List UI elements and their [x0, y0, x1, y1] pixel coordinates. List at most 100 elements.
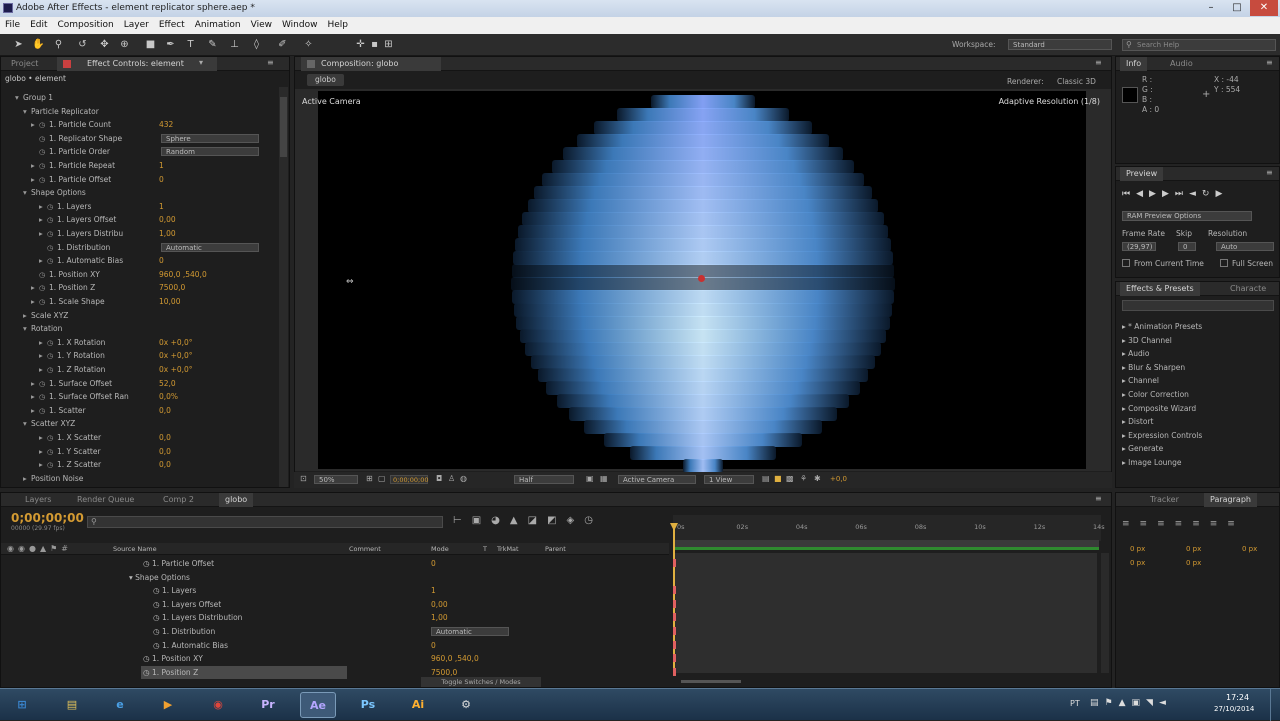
- stopwatch-icon[interactable]: ◷: [153, 586, 162, 595]
- tab-tracker[interactable]: Tracker: [1144, 493, 1185, 507]
- resolution-dropdown[interactable]: Half: [514, 475, 574, 484]
- tab-paragraph[interactable]: Paragraph: [1204, 493, 1257, 507]
- disclosure-icon[interactable]: ▸: [39, 445, 47, 458]
- tab-effect-controls[interactable]: Effect Controls: element: [57, 57, 217, 71]
- tray-volume-icon[interactable]: ◄: [1159, 698, 1172, 708]
- stopwatch-icon[interactable]: ◷: [39, 133, 49, 146]
- draft-3d-icon[interactable]: ▣: [472, 515, 491, 526]
- exposure-value[interactable]: +0,0: [830, 475, 847, 483]
- disclosure-icon[interactable]: ▸: [31, 118, 39, 131]
- region-of-interest-icon[interactable]: ▣: [586, 474, 594, 483]
- show-desktop-button[interactable]: [1270, 689, 1280, 721]
- justify-center-icon[interactable]: ≡: [1192, 519, 1210, 529]
- justify-all-icon[interactable]: ≡: [1227, 519, 1245, 529]
- keyframe-marker[interactable]: [673, 627, 676, 635]
- brush-tool-icon[interactable]: ✎: [206, 38, 219, 51]
- view-axis-icon[interactable]: ⊞: [382, 38, 395, 51]
- search-help-input[interactable]: Search Help: [1122, 39, 1276, 51]
- stopwatch-icon[interactable]: ◷: [47, 201, 57, 214]
- menu-effect[interactable]: Effect: [154, 17, 190, 34]
- effects-category[interactable]: ▸ Blur & Sharpen: [1122, 361, 1185, 374]
- effects-category[interactable]: ▸ Image Lounge: [1122, 456, 1182, 469]
- stopwatch-icon[interactable]: ◷: [143, 654, 152, 663]
- snapshot-icon[interactable]: ◘: [436, 474, 442, 483]
- close-button[interactable]: ✕: [1250, 0, 1278, 16]
- taskbar-premiere-icon[interactable]: Pr: [250, 692, 286, 718]
- brainstorm-icon[interactable]: ◩: [547, 515, 566, 526]
- effect-row-value[interactable]: 0,0: [159, 458, 171, 471]
- effect-row-value[interactable]: 10,00: [159, 295, 180, 308]
- work-area-bar[interactable]: [675, 540, 1099, 550]
- disclosure-icon[interactable]: ▸: [39, 336, 47, 349]
- effect-row[interactable]: ◷ 1. Position XY: [31, 268, 100, 281]
- timeline-property-row[interactable]: ◷ 1. Position XY: [143, 652, 203, 665]
- col-source-name[interactable]: Source Name: [113, 545, 157, 553]
- effect-row-value[interactable]: 432: [159, 118, 173, 131]
- disclosure-icon[interactable]: ▸: [39, 431, 47, 444]
- effects-category[interactable]: ▸ Distort: [1122, 415, 1153, 428]
- effects-search-input[interactable]: [1122, 300, 1274, 311]
- keyframe-marker[interactable]: [673, 586, 676, 595]
- frame-blending-icon[interactable]: ▲: [510, 515, 528, 526]
- timeline-timecode[interactable]: 0;00;00;00: [11, 511, 84, 525]
- effect-row[interactable]: ▸ ◷ 1. X Rotation: [39, 336, 105, 349]
- disclosure-icon[interactable]: ▸: [23, 309, 31, 322]
- menu-animation[interactable]: Animation: [190, 17, 246, 34]
- menu-edit[interactable]: Edit: [25, 17, 52, 34]
- keyframe-marker[interactable]: [673, 654, 676, 663]
- col-parent[interactable]: Parent: [545, 545, 566, 553]
- view-layout-dropdown[interactable]: 1 View: [704, 475, 754, 484]
- effect-row-value[interactable]: 0x +0,0°: [159, 363, 193, 376]
- col-comment[interactable]: Comment: [349, 545, 381, 553]
- taskbar-photoshop-icon[interactable]: Ps: [350, 692, 386, 718]
- prev-frame-icon[interactable]: ◀: [1136, 189, 1149, 199]
- taskbar-media-icon[interactable]: ▶: [150, 692, 186, 718]
- panel-menu-icon[interactable]: ▾: [199, 58, 203, 67]
- effect-row[interactable]: ▸ ◷ 1. Scale Shape: [31, 295, 105, 308]
- effect-row[interactable]: ▸ ◷ 1. X Scatter: [39, 431, 101, 444]
- tray-display-icon[interactable]: ▣: [1132, 698, 1147, 708]
- tab-comp-2[interactable]: Comp 2: [157, 493, 200, 507]
- exposure-icon[interactable]: ✱: [814, 474, 821, 483]
- effect-row-value[interactable]: 7500,0: [159, 281, 185, 294]
- last-frame-icon[interactable]: ⏭: [1175, 189, 1189, 199]
- tab-globo[interactable]: globo: [219, 493, 254, 507]
- stopwatch-icon[interactable]: ◷: [39, 378, 49, 391]
- comp-subtab[interactable]: globo: [307, 74, 344, 86]
- disclosure-icon[interactable]: ▾: [23, 417, 31, 430]
- timeline-property-value[interactable]: 1,00: [431, 611, 448, 624]
- stopwatch-icon[interactable]: ◷: [143, 559, 152, 568]
- menu-layer[interactable]: Layer: [119, 17, 154, 34]
- tab-audio[interactable]: Audio: [1164, 57, 1199, 71]
- camera-view-dropdown[interactable]: Active Camera: [618, 475, 696, 484]
- rectangle-tool-icon[interactable]: ■: [144, 38, 157, 51]
- taskbar-start-icon[interactable]: ⊞: [4, 692, 40, 718]
- world-axis-icon[interactable]: ▪: [368, 38, 381, 51]
- text-tool-icon[interactable]: T: [184, 38, 197, 51]
- effect-scrollbar[interactable]: [279, 87, 288, 487]
- indent-right-value[interactable]: 0 px: [1242, 545, 1257, 553]
- effect-row[interactable]: ▾ Group 1: [15, 91, 53, 104]
- timeline-search-input[interactable]: [87, 516, 443, 528]
- tray-network-icon[interactable]: ▤: [1090, 698, 1105, 708]
- panel-options-icon[interactable]: ≡: [1095, 58, 1102, 67]
- tab-preview[interactable]: Preview: [1120, 167, 1164, 181]
- effect-row[interactable]: ▸ ◷ 1. Automatic Bias: [39, 254, 123, 267]
- panel-options-icon[interactable]: ≡: [1266, 168, 1273, 177]
- effect-row-value[interactable]: 0x +0,0°: [159, 349, 193, 362]
- tray-flag-icon[interactable]: ⚑: [1105, 698, 1119, 708]
- stopwatch-icon[interactable]: ◷: [47, 337, 57, 350]
- timeline-property-row[interactable]: ◷ 1. Layers Offset: [153, 598, 221, 611]
- justify-left-icon[interactable]: ≡: [1175, 519, 1193, 529]
- timeline-property-value[interactable]: 0: [431, 557, 436, 570]
- effect-row-dropdown[interactable]: Sphere: [161, 133, 259, 143]
- tab-info[interactable]: Info: [1120, 57, 1148, 71]
- effect-row[interactable]: ▸ ◷ 1. Particle Offset: [31, 173, 111, 186]
- stopwatch-icon[interactable]: ◷: [153, 613, 162, 622]
- clock-time[interactable]: 17:24: [1226, 693, 1249, 702]
- effects-category[interactable]: ▸ Channel: [1122, 374, 1159, 387]
- stopwatch-icon[interactable]: ◷: [47, 364, 57, 377]
- tab-composition[interactable]: Composition: globo: [301, 57, 441, 71]
- effect-row-value[interactable]: 0,00: [159, 213, 176, 226]
- effect-row[interactable]: ▾ Particle Replicator: [23, 105, 99, 118]
